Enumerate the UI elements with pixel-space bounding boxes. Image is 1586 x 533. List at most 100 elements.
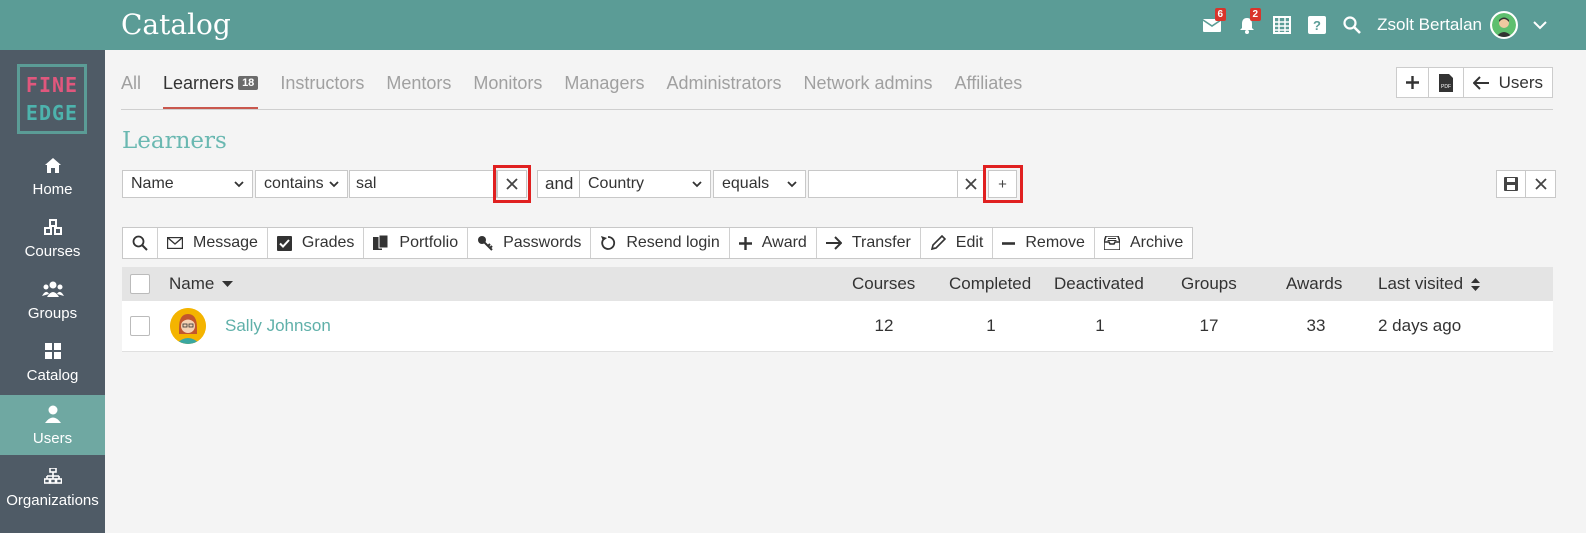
top-actions: 6 2 ? Zsolt Bertalan — [1194, 0, 1550, 50]
logo-line-1: FINE — [25, 73, 79, 97]
search-button[interactable] — [123, 228, 158, 258]
user-name[interactable]: Zsolt Bertalan — [1377, 15, 1482, 35]
tab-label: Instructors — [280, 73, 365, 93]
sidebar-item-label: Organizations — [6, 492, 99, 509]
column-header-courses[interactable]: Courses — [852, 267, 915, 301]
users-back-label: Users — [1498, 72, 1543, 92]
calendar-icon — [1272, 16, 1291, 34]
add-user-button[interactable] — [1397, 68, 1429, 97]
clear-filter-button-2[interactable] — [957, 170, 985, 198]
archive-button[interactable]: Archive — [1095, 228, 1192, 258]
edit-button[interactable]: Edit — [921, 228, 994, 258]
column-header-groups[interactable]: Groups — [1181, 267, 1237, 301]
tab-instructors[interactable]: Instructors — [280, 62, 364, 110]
user-menu-toggle[interactable] — [1530, 15, 1550, 35]
sort-icon — [1471, 277, 1481, 291]
resend-login-button[interactable]: Resend login — [591, 228, 730, 258]
awards-count[interactable]: 33 — [1296, 301, 1336, 351]
sidebar-item-organizations[interactable]: Organizations — [0, 457, 105, 517]
last-visited-value: 2 days ago — [1378, 316, 1462, 335]
filter-field-select-2[interactable]: Country — [579, 170, 711, 198]
award-button[interactable]: Award — [730, 228, 817, 258]
tab-managers[interactable]: Managers — [564, 62, 644, 110]
sidebar-item-users[interactable]: Users — [0, 395, 105, 455]
portfolio-button[interactable]: Portfolio — [364, 228, 469, 258]
completed-count[interactable]: 1 — [971, 301, 1011, 351]
tab-label: Monitors — [473, 73, 543, 93]
learner-avatar-icon — [170, 308, 206, 344]
courses-icon — [43, 219, 62, 235]
tab-label: Managers — [564, 73, 645, 93]
page-actions: PDF Users — [1395, 67, 1553, 98]
sidebar-item-label: Home — [32, 181, 73, 198]
save-icon — [1504, 177, 1518, 191]
portfolio-label: Portfolio — [399, 234, 459, 251]
avatar[interactable] — [170, 308, 206, 344]
passwords-button[interactable]: Passwords — [468, 228, 592, 258]
help-button[interactable]: ? — [1299, 0, 1334, 50]
table-row[interactable]: Sally Johnson 12 1 1 17 33 2 days ago — [122, 301, 1553, 352]
row-checkbox[interactable] — [130, 316, 150, 336]
tab-administrators[interactable]: Administrators — [666, 62, 781, 110]
minus-icon — [1002, 241, 1016, 245]
sidebar-item-catalog[interactable]: Catalog — [0, 332, 105, 392]
deactivated-count[interactable]: 1 — [1080, 301, 1120, 351]
plus-icon — [1405, 76, 1419, 89]
filter-value-input-1[interactable]: sal — [349, 170, 497, 198]
fine-edge-logo[interactable]: FINE EDGE — [17, 64, 87, 134]
save-filter-button[interactable] — [1497, 171, 1526, 197]
learner-name-link[interactable]: Sally Johnson — [225, 301, 331, 351]
courses-count[interactable]: 12 — [864, 301, 904, 351]
filter-joiner[interactable]: and — [537, 170, 582, 198]
tab-monitors[interactable]: Monitors — [473, 62, 542, 110]
search-button[interactable] — [1334, 0, 1369, 50]
tab-label: Affiliates — [954, 73, 1023, 93]
learners-table: Name Courses Completed Deactivated Group… — [122, 267, 1553, 352]
select-all-checkbox[interactable] — [130, 274, 150, 294]
close-icon — [1534, 178, 1547, 190]
transfer-button[interactable]: Transfer — [817, 228, 921, 258]
calendar-button[interactable] — [1264, 0, 1299, 50]
column-header-completed[interactable]: Completed — [949, 267, 1031, 301]
column-header-deactivated[interactable]: Deactivated — [1054, 267, 1144, 301]
notifications-badge: 2 — [1249, 8, 1262, 21]
select-all-cell — [130, 267, 150, 301]
clear-all-filters-button[interactable] — [1526, 171, 1555, 197]
user-icon — [44, 405, 61, 423]
top-bar: Catalog 6 2 ? Zsolt Bertalan — [0, 0, 1586, 50]
column-header-name[interactable]: Name — [169, 267, 234, 301]
pdf-icon: PDF — [1438, 73, 1453, 92]
groups-count[interactable]: 17 — [1189, 301, 1229, 351]
tab-label: Mentors — [386, 73, 452, 93]
plus-icon — [738, 236, 752, 250]
sidebar-item-home[interactable]: Home — [0, 146, 105, 206]
filter-operator-select-1[interactable]: contains — [255, 170, 348, 198]
users-back-button[interactable]: Users — [1464, 68, 1552, 97]
sidebar-item-groups[interactable]: Groups — [0, 270, 105, 330]
tab-all[interactable]: All — [121, 62, 141, 110]
table-header: Name Courses Completed Deactivated Group… — [122, 267, 1553, 301]
notifications-button[interactable]: 2 — [1229, 0, 1264, 50]
message-button[interactable]: Message — [158, 228, 268, 258]
sidebar-item-courses[interactable]: Courses — [0, 208, 105, 268]
tab-mentors[interactable]: Mentors — [386, 62, 451, 110]
tab-affiliates[interactable]: Affiliates — [955, 62, 1023, 110]
user-avatar[interactable] — [1490, 11, 1518, 39]
messages-button[interactable]: 6 — [1194, 0, 1229, 50]
tab-network-admins[interactable]: Network admins — [803, 62, 932, 110]
column-header-last-visited[interactable]: Last visited — [1378, 267, 1481, 301]
passwords-label: Passwords — [503, 234, 582, 251]
search-icon — [1343, 16, 1361, 34]
grades-button[interactable]: Grades — [268, 228, 365, 258]
filter-field-select-1[interactable]: Name — [122, 170, 253, 198]
filter-operator-select-2[interactable]: equals — [713, 170, 806, 198]
edit-label: Edit — [955, 234, 984, 251]
bulk-actions-toolbar: Message Grades Portfolio Passwords Resen… — [122, 227, 1194, 259]
export-pdf-button[interactable]: PDF — [1429, 68, 1464, 97]
tab-learners[interactable]: Learners 18 — [163, 62, 259, 110]
sidebar-item-label: Courses — [24, 243, 81, 260]
remove-button[interactable]: Remove — [993, 228, 1095, 258]
column-header-awards[interactable]: Awards — [1286, 267, 1342, 301]
filter-value-input-2[interactable] — [808, 170, 958, 198]
highlight-box-clear — [493, 165, 531, 203]
